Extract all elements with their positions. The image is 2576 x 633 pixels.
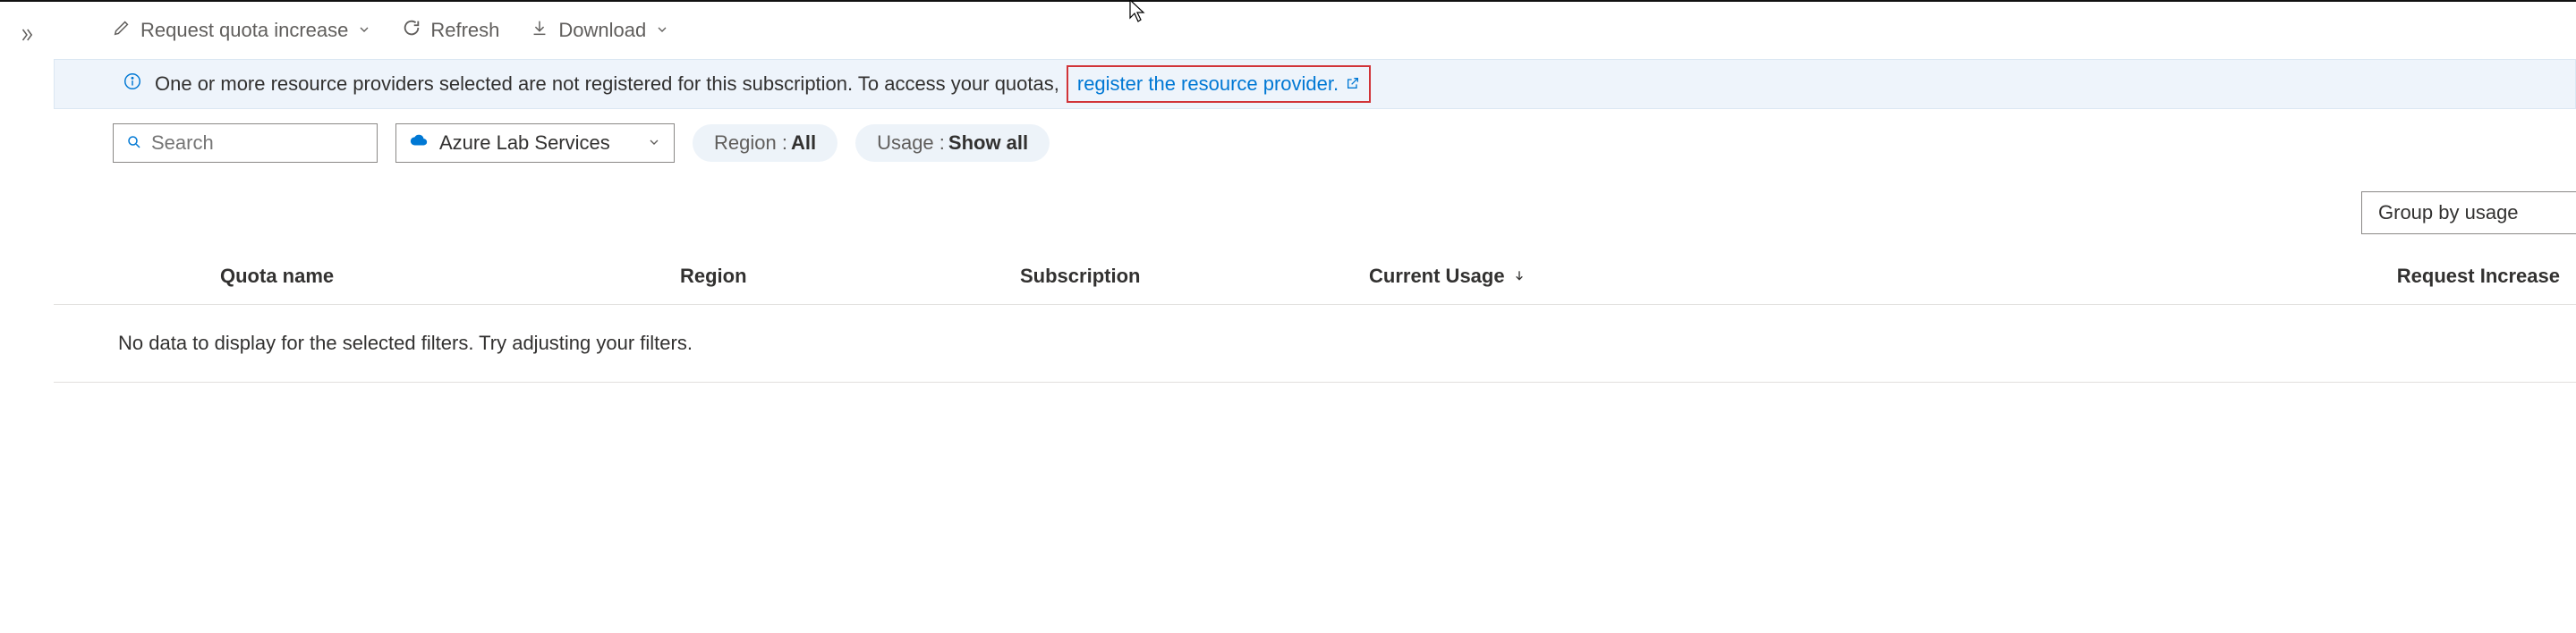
sort-descending-icon — [1512, 265, 1526, 288]
region-filter-pill[interactable]: Region : All — [693, 124, 837, 162]
request-quota-increase-label: Request quota increase — [140, 19, 348, 42]
external-link-icon — [1346, 72, 1360, 96]
table-empty-message: No data to display for the selected filt… — [54, 305, 2576, 383]
column-current-usage-label: Current Usage — [1369, 265, 1505, 288]
command-bar: Request quota increase Refresh Download — [54, 2, 2576, 59]
table-header: Quota name Region Subscription Current U… — [54, 234, 2576, 305]
content-area: Request quota increase Refresh Download — [54, 2, 2576, 633]
region-filter-value: All — [791, 131, 816, 155]
chevron-down-icon — [357, 19, 371, 42]
groupby-label: Group by usage — [2378, 201, 2519, 224]
usage-filter-pill[interactable]: Usage : Show all — [855, 124, 1050, 162]
search-input-wrapper[interactable] — [113, 123, 378, 163]
provider-dropdown-label: Azure Lab Services — [439, 131, 610, 155]
expand-icon — [19, 27, 35, 633]
column-current-usage[interactable]: Current Usage — [1369, 265, 2049, 288]
usage-filter-label: Usage : — [877, 131, 945, 155]
search-icon — [126, 134, 142, 153]
collapse-strip[interactable] — [0, 2, 54, 633]
filter-bar: Azure Lab Services Region : All Usage : … — [54, 116, 2576, 170]
chevron-down-icon — [655, 19, 669, 42]
refresh-button[interactable]: Refresh — [402, 18, 499, 43]
banner-message: One or more resource providers selected … — [155, 72, 1059, 96]
refresh-label: Refresh — [430, 19, 499, 42]
chevron-down-icon — [647, 131, 661, 155]
region-filter-label: Region : — [714, 131, 787, 155]
main-layout: Request quota increase Refresh Download — [0, 2, 2576, 633]
download-icon — [530, 18, 549, 43]
usage-filter-value: Show all — [948, 131, 1028, 155]
cloud-icon — [409, 131, 429, 156]
column-subscription[interactable]: Subscription — [1020, 265, 1369, 288]
download-label: Download — [558, 19, 646, 42]
info-banner: One or more resource providers selected … — [54, 59, 2576, 109]
column-quota-name[interactable]: Quota name — [54, 265, 680, 288]
search-input[interactable] — [151, 131, 409, 155]
register-provider-link[interactable]: register the resource provider. — [1072, 71, 1365, 97]
column-region[interactable]: Region — [680, 265, 1020, 288]
download-button[interactable]: Download — [530, 18, 669, 43]
groupby-dropdown[interactable]: Group by usage — [2361, 191, 2576, 234]
refresh-icon — [402, 18, 421, 43]
column-request-increase[interactable]: Request Increase — [2049, 265, 2576, 288]
edit-icon — [112, 18, 132, 43]
groupby-row: Group by usage — [54, 170, 2576, 234]
info-icon — [123, 72, 142, 97]
provider-dropdown[interactable]: Azure Lab Services — [395, 123, 675, 163]
register-provider-link-text: register the resource provider. — [1077, 72, 1339, 96]
request-quota-increase-button[interactable]: Request quota increase — [112, 18, 371, 43]
